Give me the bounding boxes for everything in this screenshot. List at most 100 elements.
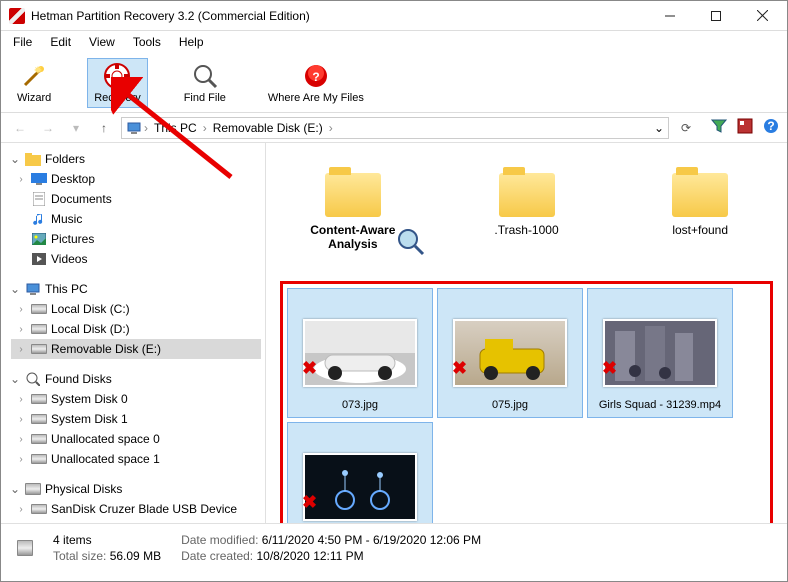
toolbar: Wizard Recovery Find File ? Where Are My… (1, 53, 787, 113)
magnifier-icon (191, 62, 219, 90)
content-pane: Content-Aware Analysis .Trash-1000 lost+… (266, 143, 787, 523)
hdd-icon (25, 481, 41, 497)
filter-icon[interactable] (711, 118, 727, 137)
tree-videos[interactable]: ›Videos (11, 249, 261, 269)
thumbnail-image (603, 319, 717, 387)
tree-head-physical[interactable]: ⌄Physical Disks (5, 479, 261, 499)
preview-pane-icon[interactable] (737, 118, 753, 137)
tree-sysdisk1[interactable]: ›System Disk 1 (11, 409, 261, 429)
status-count: 4 items (53, 533, 161, 547)
deleted-x-icon: ✖ (302, 492, 317, 513)
menu-help[interactable]: Help (171, 33, 212, 51)
folder-icon (499, 173, 555, 217)
tree-head-folders[interactable]: ⌄Folders (5, 149, 261, 169)
main-area: ⌄Folders ›Desktop ›Documents ›Music ›Pic… (1, 143, 787, 523)
tree-nvme[interactable]: ›VMware Virtual NVMe Disk (11, 519, 261, 523)
folder-icon (25, 151, 41, 167)
tree-documents[interactable]: ›Documents (11, 189, 261, 209)
folder-lostfound[interactable]: lost+found (633, 173, 767, 251)
help-icon[interactable]: ? (763, 118, 779, 137)
thumbnail-image (303, 319, 417, 387)
where-label: Where Are My Files (268, 92, 364, 104)
disk-icon (31, 391, 47, 407)
wand-icon (20, 62, 48, 90)
tree-removable-e[interactable]: ›Removable Disk (E:) (11, 339, 261, 359)
picture-icon (31, 231, 47, 247)
nav-forward[interactable]: → (37, 117, 59, 139)
deleted-x-icon: ✖ (452, 358, 467, 379)
found-icon (25, 371, 41, 387)
menu-bar: File Edit View Tools Help (1, 31, 787, 53)
disk-icon (31, 341, 47, 357)
file-075[interactable]: ✖ 075.jpg (437, 288, 583, 418)
breadcrumb-dropdown-icon[interactable]: ⌄ (654, 121, 664, 135)
nav-up[interactable]: ↑ (93, 117, 115, 139)
minimize-button[interactable] (647, 1, 693, 31)
thumbnail-image (303, 453, 417, 521)
desktop-icon (31, 171, 47, 187)
tree-pictures[interactable]: ›Pictures (11, 229, 261, 249)
menu-edit[interactable]: Edit (42, 33, 79, 51)
video-icon (31, 251, 47, 267)
status-bar: 4 items Total size: 56.09 MB Date modifi… (1, 523, 787, 571)
deleted-x-icon: ✖ (602, 358, 617, 379)
disk-icon (31, 301, 47, 317)
findfile-button[interactable]: Find File (178, 59, 232, 107)
findfile-label: Find File (184, 92, 226, 104)
wizard-label: Wizard (17, 92, 51, 104)
close-button[interactable] (739, 1, 785, 31)
wizard-button[interactable]: Wizard (11, 59, 57, 107)
file-073[interactable]: ✖ 073.jpg (287, 288, 433, 418)
pc-icon (25, 281, 41, 297)
tree-sysdisk0[interactable]: ›System Disk 0 (11, 389, 261, 409)
lifebuoy-icon (103, 62, 131, 90)
pc-icon (126, 120, 142, 136)
recovery-label: Recovery (94, 92, 140, 104)
disk-icon (31, 451, 47, 467)
breadcrumb[interactable]: › This PC › Removable Disk (E:) › ⌄ (121, 117, 669, 139)
tree-head-thispc[interactable]: ⌄This PC (5, 279, 261, 299)
sidebar: ⌄Folders ›Desktop ›Documents ›Music ›Pic… (1, 143, 266, 523)
magnifier-icon (396, 227, 426, 257)
folder-trash[interactable]: .Trash-1000 (460, 173, 594, 251)
disk-icon (31, 431, 47, 447)
svg-text:?: ? (767, 119, 774, 133)
title-bar: Hetman Partition Recovery 3.2 (Commercia… (1, 1, 787, 31)
folder-icon (325, 173, 381, 217)
tree-locald[interactable]: ›Local Disk (D:) (11, 319, 261, 339)
crumb-root[interactable]: This PC (150, 121, 201, 135)
document-icon (31, 191, 47, 207)
disk-icon (17, 540, 33, 556)
menu-tools[interactable]: Tools (125, 33, 169, 51)
maximize-button[interactable] (693, 1, 739, 31)
disk-icon (31, 501, 47, 517)
disk-icon (31, 321, 47, 337)
menu-file[interactable]: File (5, 33, 40, 51)
tree-localc[interactable]: ›Local Disk (C:) (11, 299, 261, 319)
file-girls-squad[interactable]: ✖ Girls Squad - 31239.mp4 (587, 288, 733, 418)
menu-view[interactable]: View (81, 33, 123, 51)
crumb-path[interactable]: Removable Disk (E:) (209, 121, 327, 135)
file-stunt[interactable]: ✖ Stunt - 1083.mp4 (287, 422, 433, 523)
disk-icon (31, 411, 47, 427)
nav-dropdown[interactable]: ▾ (65, 117, 87, 139)
disk-icon (31, 521, 47, 523)
folder-icon (672, 173, 728, 217)
where-button[interactable]: ? Where Are My Files (262, 59, 370, 107)
nav-back[interactable]: ← (9, 117, 31, 139)
window-title: Hetman Partition Recovery 3.2 (Commercia… (31, 9, 647, 23)
tree-unalloc1[interactable]: ›Unallocated space 1 (11, 449, 261, 469)
recovery-button[interactable]: Recovery (87, 58, 147, 108)
tree-sandisk[interactable]: ›SanDisk Cruzer Blade USB Device (11, 499, 261, 519)
refresh-button[interactable]: ⟳ (675, 117, 697, 139)
music-icon (31, 211, 47, 227)
tree-head-found[interactable]: ⌄Found Disks (5, 369, 261, 389)
tree-desktop[interactable]: ›Desktop (11, 169, 261, 189)
selection-highlight: ✖ 073.jpg ✖ 075.jpg ✖ Girls Squad - 3123… (280, 281, 773, 523)
tree-music[interactable]: ›Music (11, 209, 261, 229)
folder-content-aware[interactable]: Content-Aware Analysis (286, 173, 420, 251)
deleted-x-icon: ✖ (302, 358, 317, 379)
nav-bar: ← → ▾ ↑ › This PC › Removable Disk (E:) … (1, 113, 787, 143)
help-button-icon: ? (302, 62, 330, 90)
tree-unalloc0[interactable]: ›Unallocated space 0 (11, 429, 261, 449)
